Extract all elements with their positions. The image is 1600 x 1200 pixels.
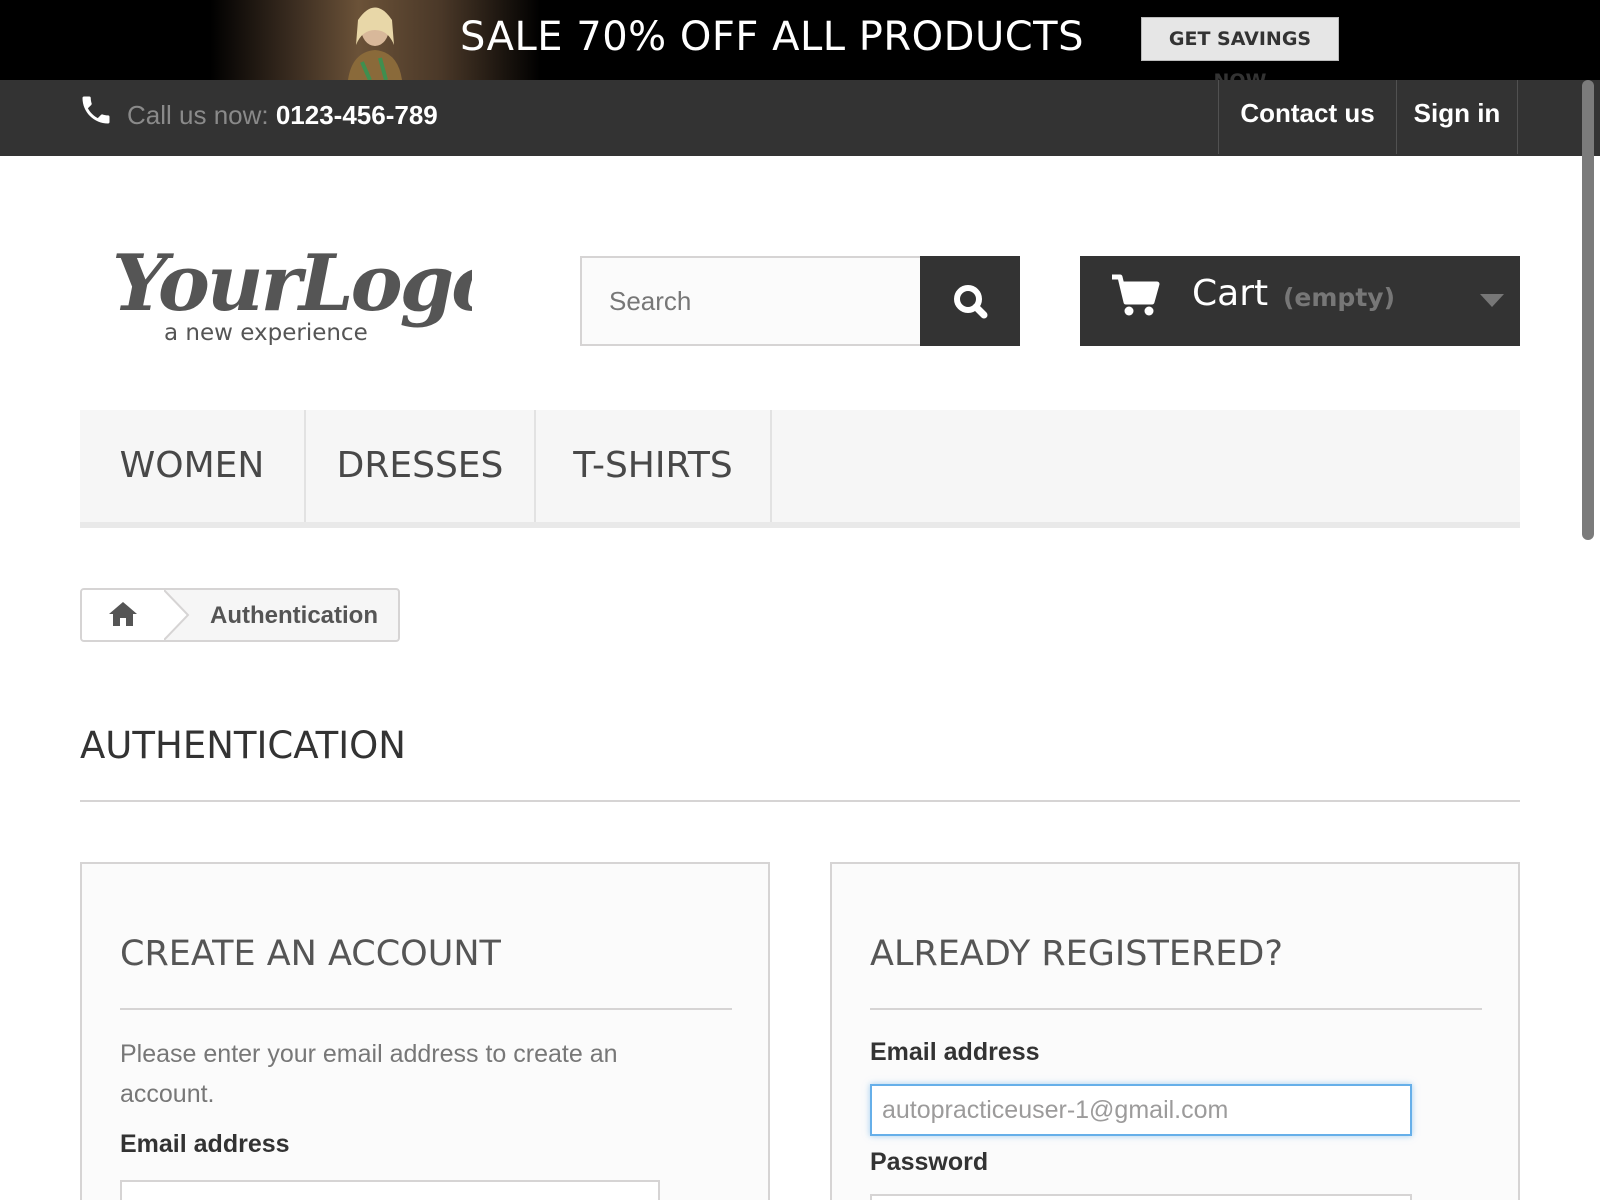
login-password-input[interactable]	[870, 1194, 1412, 1200]
call-us-label: Call us now:	[127, 100, 276, 130]
logo-tagline: a new experience	[164, 320, 368, 346]
banner-text: SALE 70% OFF ALL PRODUCTS	[460, 14, 1084, 60]
cart-button[interactable]: Cart (empty)	[1080, 256, 1520, 346]
get-savings-button[interactable]: GET SAVINGS NOW	[1141, 17, 1339, 80]
call-us-text: Call us now: 0123-456-789	[127, 100, 438, 131]
page-title-divider	[80, 800, 1520, 802]
create-account-panel: CREATE AN ACCOUNT Please enter your emai…	[80, 862, 770, 1200]
login-panel: ALREADY REGISTERED? Email address Passwo…	[830, 862, 1520, 1200]
page-scrollbar[interactable]	[1580, 80, 1596, 540]
promo-banner[interactable]: SALE 70% OFF ALL PRODUCTS GET SAVINGS NO…	[0, 0, 1600, 80]
menu-item-tshirts[interactable]: T-SHIRTS	[536, 410, 772, 522]
login-title: ALREADY REGISTERED?	[870, 934, 1283, 974]
search-input[interactable]	[582, 258, 920, 344]
create-account-description: Please enter your email address to creat…	[120, 1040, 618, 1108]
cart-label: Cart	[1192, 273, 1269, 314]
login-email-label: Email address	[870, 1038, 1040, 1066]
top-nav: Call us now: 0123-456-789 Contact us Sig…	[0, 80, 1600, 156]
login-email-input[interactable]	[870, 1084, 1412, 1136]
breadcrumb-home[interactable]	[82, 590, 164, 640]
search-icon	[954, 285, 988, 319]
search-box	[580, 256, 922, 346]
login-password-label: Password	[870, 1148, 989, 1176]
banner-model-image	[348, 7, 402, 80]
caret-down-icon	[1480, 294, 1504, 307]
site-logo[interactable]: YourLogo a new experience	[112, 240, 472, 350]
create-account-title: CREATE AN ACCOUNT	[120, 934, 501, 974]
create-account-divider	[120, 1008, 732, 1010]
contact-us-link[interactable]: Contact us	[1218, 80, 1396, 154]
breadcrumb-current: Authentication	[210, 602, 378, 629]
search-button[interactable]	[920, 256, 1020, 346]
menu-item-women[interactable]: WOMEN	[80, 410, 306, 522]
main-menu: WOMEN DRESSES T-SHIRTS	[80, 410, 1520, 528]
cart-icon	[1112, 274, 1160, 316]
create-email-label: Email address	[120, 1130, 290, 1158]
create-email-input[interactable]	[120, 1180, 660, 1200]
phone-number: 0123-456-789	[275, 100, 438, 130]
phone-icon	[82, 96, 110, 124]
cart-status: (empty)	[1283, 283, 1395, 312]
breadcrumb: Authentication	[80, 588, 400, 642]
breadcrumb-separator	[164, 590, 190, 640]
login-divider	[870, 1008, 1482, 1010]
logo-text: YourLogo	[112, 240, 472, 329]
sign-in-link[interactable]: Sign in	[1396, 80, 1518, 154]
scrollbar-thumb[interactable]	[1582, 80, 1594, 540]
menu-item-dresses[interactable]: DRESSES	[306, 410, 536, 522]
page-title: AUTHENTICATION	[80, 724, 406, 767]
home-icon	[109, 602, 137, 626]
